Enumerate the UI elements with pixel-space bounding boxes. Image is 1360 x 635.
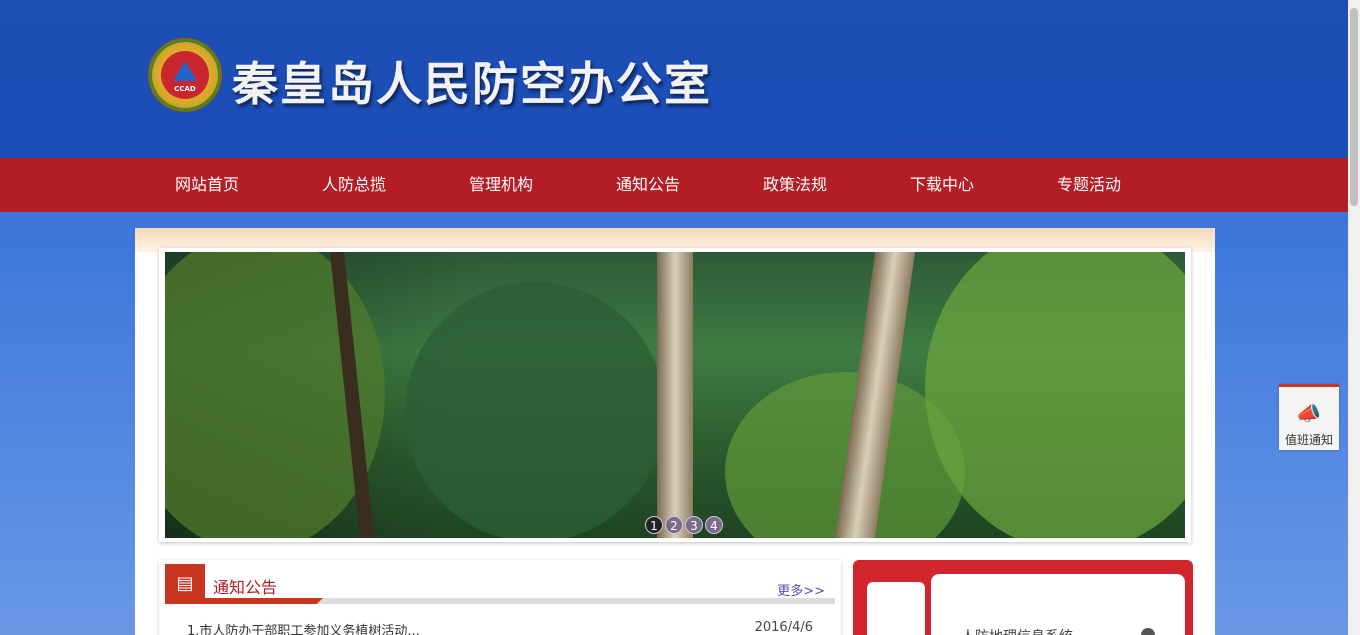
notice-more-link[interactable]: 更多>> xyxy=(777,580,825,599)
notice-item[interactable]: 1.市人防办干部职工参加义务植树活动... 2016/4/6 xyxy=(187,620,813,635)
banner-frame: 1 2 3 4 xyxy=(159,248,1191,542)
slide-dot[interactable]: 1 xyxy=(645,516,663,534)
ccad-logo[interactable]: CCAD xyxy=(148,38,222,112)
foliage-shape xyxy=(405,282,665,538)
info-icon xyxy=(1141,628,1155,635)
foliage-shape xyxy=(925,252,1185,538)
scrollbar-thumb[interactable] xyxy=(1350,8,1358,206)
nav-organization[interactable]: 管理机构 xyxy=(441,158,561,212)
notice-item-date: 2016/4/6 xyxy=(754,620,813,635)
gis-system-label: 人防地理信息系统 xyxy=(961,626,1073,635)
page-scrollbar[interactable] xyxy=(1348,0,1360,635)
notice-divider-accent xyxy=(165,598,323,604)
notice-title: 通知公告 xyxy=(213,578,278,597)
banner-image[interactable]: 1 2 3 4 xyxy=(165,252,1185,538)
nav-policies[interactable]: 政策法规 xyxy=(735,158,855,212)
quick-link-card[interactable] xyxy=(867,582,925,635)
site-header: CCAD 秦皇岛人民防空办公室 xyxy=(0,0,1348,158)
slide-dot[interactable]: 2 xyxy=(665,516,683,534)
duty-notice-widget[interactable]: 📣 值班通知 xyxy=(1279,384,1339,450)
logo-text: CCAD xyxy=(174,85,196,93)
nav-notices[interactable]: 通知公告 xyxy=(588,158,708,212)
megaphone-icon: 📣 xyxy=(1296,401,1321,425)
nav-overview[interactable]: 人防总揽 xyxy=(294,158,414,212)
nav-home[interactable]: 网站首页 xyxy=(147,158,267,212)
quick-links-panel: 人防地理信息系统 xyxy=(853,560,1193,635)
logo-emblem: CCAD xyxy=(161,51,209,99)
nav-downloads[interactable]: 下载中心 xyxy=(882,158,1002,212)
birch-trunk xyxy=(657,252,693,538)
nav-special-events[interactable]: 专题活动 xyxy=(1029,158,1149,212)
notice-divider xyxy=(165,598,835,604)
site-title: 秦皇岛人民防空办公室 xyxy=(232,57,712,111)
notice-item-text: 1.市人防办干部职工参加义务植树活动... xyxy=(187,624,420,635)
gis-system-card[interactable]: 人防地理信息系统 xyxy=(931,574,1185,635)
slide-dot[interactable]: 3 xyxy=(685,516,703,534)
duty-notice-label: 值班通知 xyxy=(1284,433,1333,447)
main-content: 1 2 3 4 ▤ 通知公告 更多>> 1.市人防办干部职工参加义务植树活动..… xyxy=(135,228,1215,635)
main-nav: 网站首页 人防总揽 管理机构 通知公告 政策法规 下载中心 专题活动 xyxy=(0,158,1348,212)
notice-panel: ▤ 通知公告 更多>> 1.市人防办干部职工参加义务植树活动... 2016/4… xyxy=(159,560,841,635)
slider-dots: 1 2 3 4 xyxy=(645,516,723,534)
logo-triangle-icon xyxy=(173,61,197,81)
slide-dot[interactable]: 4 xyxy=(705,516,723,534)
